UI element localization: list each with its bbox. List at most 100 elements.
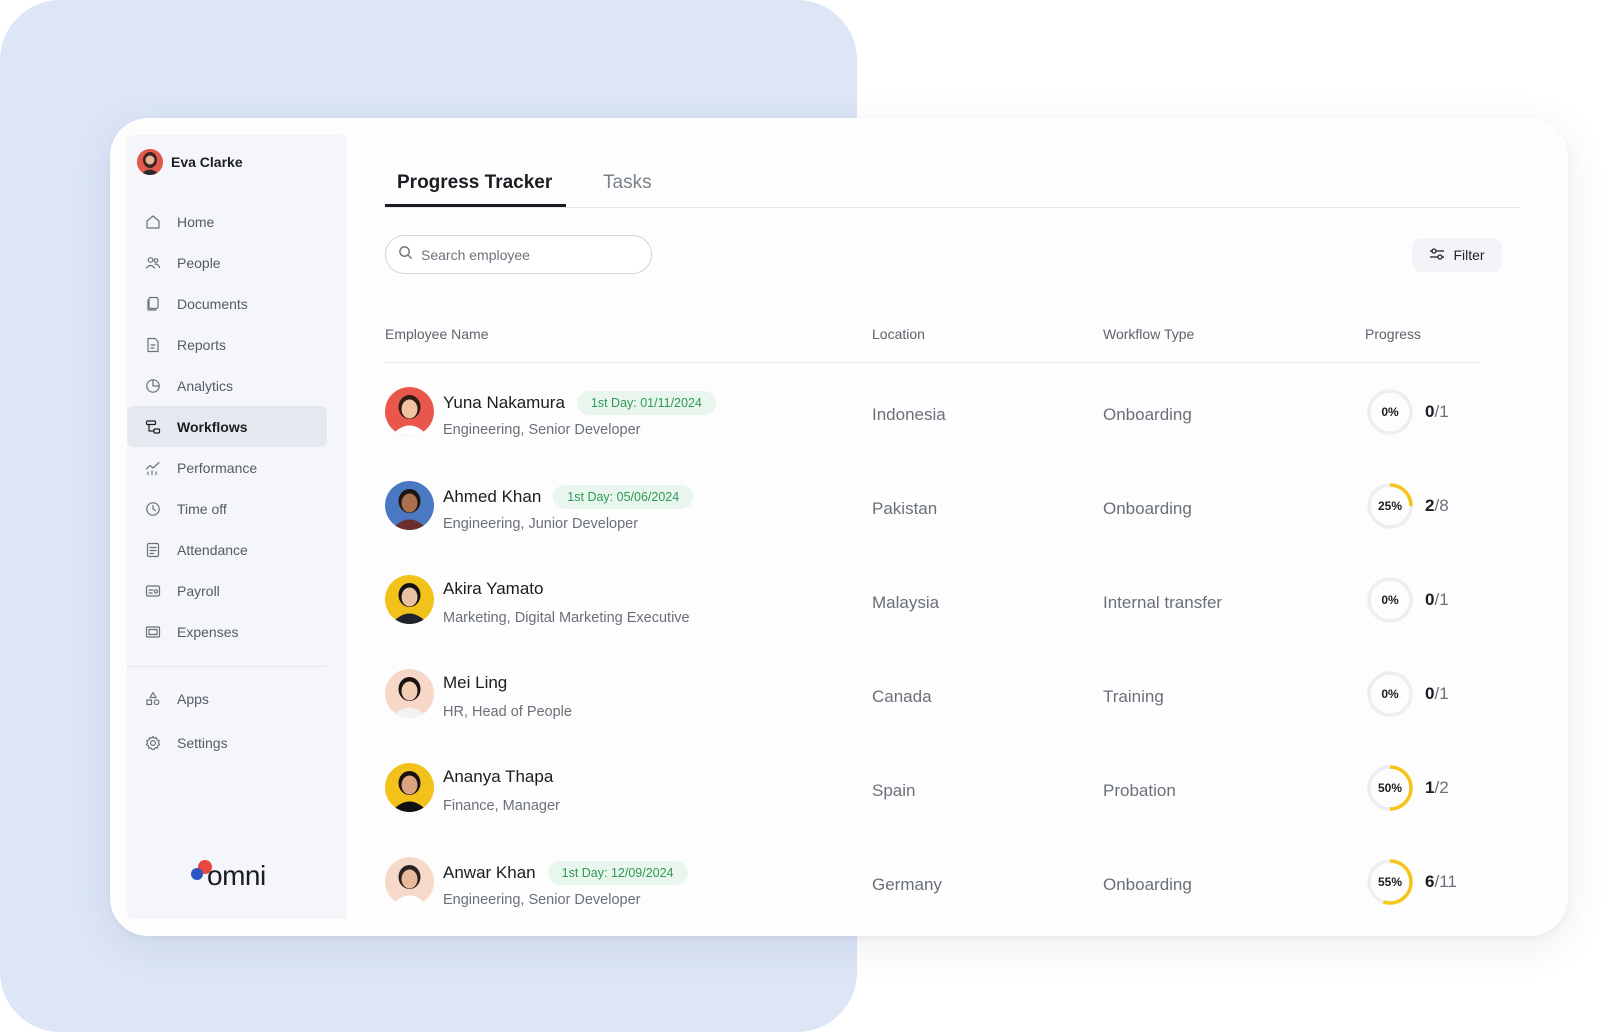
table-row[interactable]: Ahmed Khan 1st Day: 05/06/2024 Engineering… [385,465,1480,559]
progress-cell: 25% 2/8 [1365,481,1449,531]
analytics-icon [145,378,161,394]
sidebar-item-expenses[interactable]: Expenses [127,611,347,652]
progress-fraction: 1/2 [1425,778,1449,798]
sidebar-item-reports[interactable]: Reports [127,324,347,365]
main-content: Progress Tracker Tasks Filter Employee N… [385,118,1568,936]
employee-role: Engineering, Senior Developer [443,422,641,438]
progress-ring: 55% [1365,857,1415,907]
table-row[interactable]: Ananya Thapa Finance, Manager Spain Probati… [385,747,1480,841]
employee-name-cell: Anwar Khan 1st Day: 12/09/2024 [443,861,688,885]
sidebar-item-label: Reports [177,336,227,353]
location-cell: Canada [872,687,932,706]
sidebar-item-label: Performance [177,459,258,476]
sidebar-item-people[interactable]: People [127,242,347,283]
tasks-total: /1 [1434,684,1449,703]
app-window: Eva Clarke Home People Documents Reports Ana… [110,118,1568,936]
progress-percent: 25% [1377,499,1403,513]
sidebar-item-label: Apps [177,691,209,707]
tab-tasks[interactable]: Tasks [603,172,652,204]
tab-bar: Progress Tracker Tasks [385,166,1520,208]
progress-percent: 0% [1381,593,1399,607]
column-progress[interactable]: Progress [1365,326,1421,342]
sidebar-item-apps[interactable]: Apps [127,677,347,721]
sidebar-item-analytics[interactable]: Analytics [127,365,347,406]
avatar [385,857,434,906]
progress-cell: 0% 0/1 [1365,575,1449,625]
avatar [385,669,434,718]
progress-fraction: 6/11 [1425,872,1457,892]
table-row[interactable]: Akira Yamato Marketing, Digital Marketing… [385,559,1480,653]
payroll-icon [145,583,161,599]
table-row[interactable]: Anwar Khan 1st Day: 12/09/2024 Engineering… [385,841,1480,935]
column-workflow-type[interactable]: Workflow Type [1103,326,1194,342]
table-row[interactable]: Yuna Nakamura 1st Day: 01/11/2024 Engineer… [385,371,1480,465]
search-input[interactable] [421,246,631,263]
sidebar-item-attendance[interactable]: Attendance [127,529,347,570]
progress-fraction: 0/1 [1425,402,1449,422]
employee-table: Yuna Nakamura 1st Day: 01/11/2024 Engineer… [385,371,1480,935]
sidebar-item-label: Payroll [177,582,220,599]
progress-ring: 0% [1365,387,1415,437]
table-header: Employee Name Location Workflow Type Pro… [385,326,1480,363]
sidebar: Eva Clarke Home People Documents Reports Ana… [127,135,347,919]
progress-cell: 0% 0/1 [1365,387,1449,437]
sidebar-item-label: Expenses [177,623,239,640]
employee-name-cell: Mei Ling [443,673,507,693]
logo-text: omni [207,860,266,891]
employee-name[interactable]: Yuna Nakamura [443,393,565,413]
sidebar-item-performance[interactable]: Performance [127,447,347,488]
progress-percent: 55% [1377,875,1403,889]
sidebar-item-payroll[interactable]: Payroll [127,570,347,611]
avatar [385,481,434,530]
sidebar-item-label: Time off [177,500,227,517]
employee-role: Engineering, Senior Developer [443,892,641,908]
sidebar-item-label: Documents [177,295,248,312]
sidebar-item-workflows[interactable]: Workflows [127,406,327,447]
people-icon [145,255,161,271]
progress-ring: 0% [1365,669,1415,719]
column-location[interactable]: Location [872,326,925,342]
sidebar-divider [127,666,327,667]
user-profile[interactable]: Eva Clarke [137,149,243,175]
user-name: Eva Clarke [171,154,243,170]
sidebar-item-settings[interactable]: Settings [127,721,347,765]
sidebar-item-time-off[interactable]: Time off [127,488,347,529]
employee-name[interactable]: Ananya Thapa [443,767,553,787]
workflow-type-cell: Probation [1103,781,1176,800]
employee-name[interactable]: Ahmed Khan [443,487,541,507]
search-box [385,235,652,274]
sidebar-item-label: Settings [177,735,228,751]
first-day-badge: 1st Day: 01/11/2024 [576,391,716,415]
employee-name-cell: Ananya Thapa [443,767,553,787]
progress-ring: 50% [1365,763,1415,813]
workflows-icon [145,419,161,435]
sidebar-item-home[interactable]: Home [127,201,347,242]
search-icon [398,245,413,265]
tasks-total: /1 [1434,402,1449,421]
tab-progress-tracker[interactable]: Progress Tracker [385,172,567,207]
employee-name[interactable]: Anwar Khan [443,863,536,883]
avatar [137,149,163,175]
sidebar-item-documents[interactable]: Documents [127,283,347,324]
clock-icon [145,501,161,517]
employee-name[interactable]: Mei Ling [443,673,507,693]
progress-fraction: 0/1 [1425,684,1449,704]
tasks-total: /8 [1434,496,1449,515]
filter-button[interactable]: Filter [1412,238,1502,272]
first-day-badge: 1st Day: 05/06/2024 [553,485,694,509]
tasks-total: /1 [1434,590,1449,609]
sidebar-nav: Home People Documents Reports Analytics Workf… [127,201,347,765]
reports-icon [145,337,161,353]
avatar [385,387,434,436]
column-employee-name[interactable]: Employee Name [385,326,489,342]
documents-icon [145,296,161,312]
progress-fraction: 2/8 [1425,496,1449,516]
attendance-icon [145,542,161,558]
table-row[interactable]: Mei Ling HR, Head of People Canada Training… [385,653,1480,747]
filter-label: Filter [1453,247,1485,263]
workflow-type-cell: Internal transfer [1103,593,1223,612]
employee-name-cell: Yuna Nakamura 1st Day: 01/11/2024 [443,391,716,415]
workflow-type-cell: Onboarding [1103,499,1192,518]
employee-name[interactable]: Akira Yamato [443,579,543,599]
sidebar-item-label: Workflows [177,418,248,435]
